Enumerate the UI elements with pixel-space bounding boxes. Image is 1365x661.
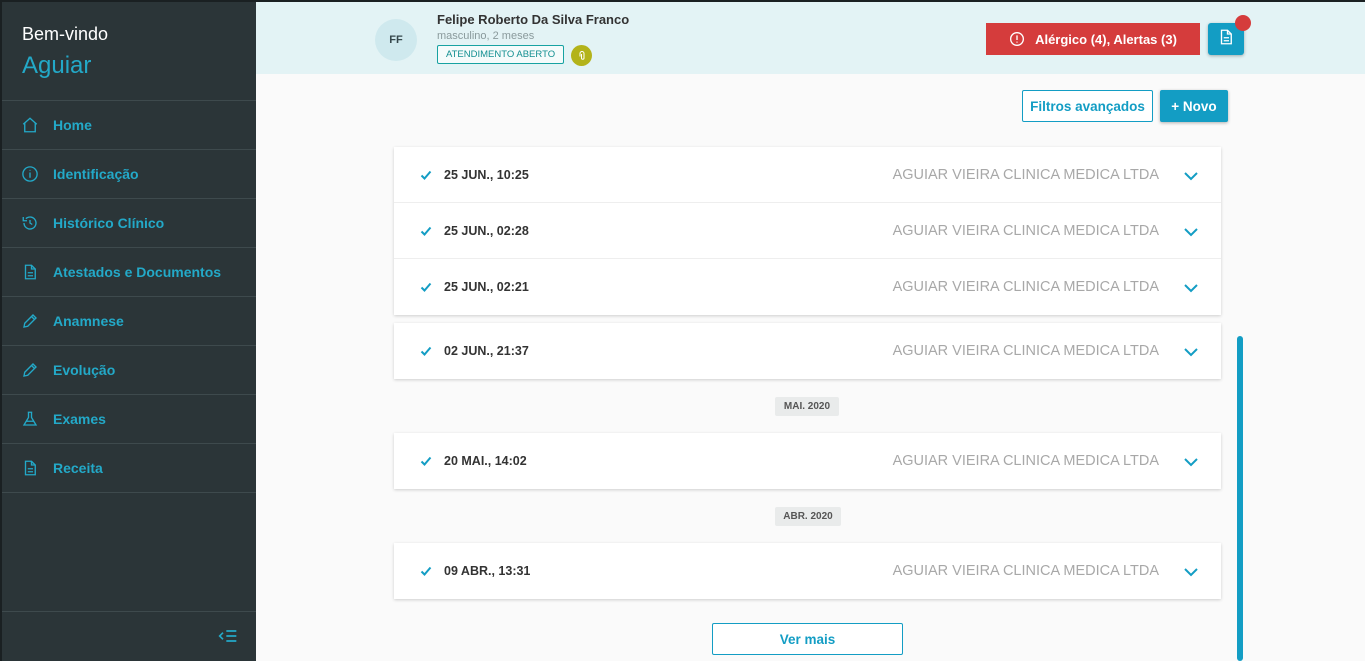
sidebar-item-label: Atestados e Documentos <box>53 264 222 280</box>
entry-organization: AGUIAR VIEIRA CLINICA MEDICA LTDA <box>892 343 1159 359</box>
patient-header: FF Felipe Roberto Da Silva Franco mascul… <box>256 0 1365 74</box>
sidebar-item-label: Home <box>53 117 92 133</box>
sidebar-item-receita[interactable]: Receita <box>2 444 256 493</box>
entry-organization: AGUIAR VIEIRA CLINICA MEDICA LTDA <box>892 563 1159 579</box>
check-icon <box>420 168 432 180</box>
entry-date: 20 MAI., 14:02 <box>444 454 527 468</box>
entry-organization: AGUIAR VIEIRA CLINICA MEDICA LTDA <box>892 166 1159 183</box>
sidebar-item-historico-clinico[interactable]: Histórico Clínico <box>2 199 256 248</box>
check-icon <box>420 344 432 356</box>
sidebar-item-label: Receita <box>53 460 103 476</box>
chevron-down-icon[interactable] <box>1183 455 1199 467</box>
new-button[interactable]: + Novo <box>1160 90 1228 122</box>
paperclip-icon[interactable] <box>571 45 592 66</box>
chevron-down-icon[interactable] <box>1183 225 1199 237</box>
welcome-text: Bem-vindo <box>22 24 109 44</box>
check-icon <box>420 224 432 236</box>
timeline-row[interactable]: 25 JUN., 02:21 AGUIAR VIEIRA CLINICA MED… <box>394 259 1221 315</box>
sidebar-nav: Home Identificação Histórico Clínico Ate… <box>2 100 256 493</box>
entry-date: 25 JUN., 10:25 <box>444 167 529 182</box>
document-icon <box>20 262 40 282</box>
month-divider: ABR. 2020 <box>775 507 841 526</box>
see-more-button[interactable]: Ver mais <box>712 623 903 655</box>
sidebar-item-atestados-documentos[interactable]: Atestados e Documentos <box>2 248 256 297</box>
flask-icon <box>20 409 40 429</box>
document-icon <box>20 458 40 478</box>
alert-label: Alérgico (4), Alertas (3) <box>1035 31 1177 47</box>
timeline-row[interactable]: 02 JUN., 21:37 AGUIAR VIEIRA CLINICA MED… <box>394 323 1221 379</box>
sidebar-item-evolucao[interactable]: Evolução <box>2 346 256 395</box>
status-badge: ATENDIMENTO ABERTO <box>437 45 565 64</box>
notification-dot <box>1235 15 1251 31</box>
chevron-down-icon[interactable] <box>1183 281 1199 293</box>
check-icon <box>420 454 432 466</box>
timeline-row[interactable]: 09 ABR., 13:31 AGUIAR VIEIRA CLINICA MED… <box>394 543 1221 599</box>
allergy-alerts-button[interactable]: Alérgico (4), Alertas (3) <box>986 23 1200 55</box>
patient-info: masculino, 2 meses <box>437 30 535 42</box>
timeline-row[interactable]: 20 MAI., 14:02 AGUIAR VIEIRA CLINICA MED… <box>394 433 1221 489</box>
timeline-card: 09 ABR., 13:31 AGUIAR VIEIRA CLINICA MED… <box>394 543 1221 599</box>
timeline-card: 02 JUN., 21:37 AGUIAR VIEIRA CLINICA MED… <box>394 323 1221 379</box>
entry-date: 25 JUN., 02:28 <box>444 223 529 238</box>
entry-organization: AGUIAR VIEIRA CLINICA MEDICA LTDA <box>892 279 1159 295</box>
timeline-row[interactable]: 25 JUN., 02:28 AGUIAR VIEIRA CLINICA MED… <box>394 203 1221 259</box>
sidebar-item-label: Identificação <box>53 166 139 182</box>
check-icon <box>420 564 432 576</box>
chevron-down-icon[interactable] <box>1183 565 1199 577</box>
sidebar-item-identificacao[interactable]: Identificação <box>2 150 256 199</box>
timeline-card: 20 MAI., 14:02 AGUIAR VIEIRA CLINICA MED… <box>394 433 1221 489</box>
sidebar-footer <box>2 611 256 661</box>
pencil-icon <box>20 360 40 380</box>
entry-organization: AGUIAR VIEIRA CLINICA MEDICA LTDA <box>892 453 1159 469</box>
info-icon <box>20 164 40 184</box>
advanced-filters-button[interactable]: Filtros avançados <box>1022 90 1153 122</box>
user-name: Aguiar <box>22 52 92 79</box>
entry-date: 09 ABR., 13:31 <box>444 564 531 578</box>
chevron-down-icon[interactable] <box>1183 169 1199 181</box>
timeline-card: 25 JUN., 10:25 AGUIAR VIEIRA CLINICA MED… <box>394 147 1221 315</box>
sidebar: Bem-vindo Aguiar Home Identificação Hist… <box>0 0 256 661</box>
timeline-row[interactable]: 25 JUN., 10:25 AGUIAR VIEIRA CLINICA MED… <box>394 147 1221 203</box>
history-icon <box>20 213 40 233</box>
scrollbar[interactable] <box>1237 336 1243 661</box>
collapse-sidebar-icon[interactable] <box>218 626 240 646</box>
document-icon <box>1217 27 1235 52</box>
sidebar-item-label: Anamnese <box>53 313 124 329</box>
sidebar-item-exames[interactable]: Exames <box>2 395 256 444</box>
home-icon <box>20 115 40 135</box>
check-icon <box>420 280 432 292</box>
avatar: FF <box>375 19 417 61</box>
entry-organization: AGUIAR VIEIRA CLINICA MEDICA LTDA <box>892 222 1159 239</box>
month-divider: MAI. 2020 <box>775 397 839 416</box>
pencil-icon <box>20 311 40 331</box>
entry-date: 02 JUN., 21:37 <box>444 344 529 358</box>
sidebar-item-label: Evolução <box>53 362 116 378</box>
sidebar-item-home[interactable]: Home <box>2 101 256 150</box>
sidebar-item-anamnese[interactable]: Anamnese <box>2 297 256 346</box>
sidebar-item-label: Histórico Clínico <box>53 215 165 231</box>
entry-date: 25 JUN., 02:21 <box>444 280 529 294</box>
alert-circle-icon <box>1009 31 1025 47</box>
chevron-down-icon[interactable] <box>1183 345 1199 357</box>
sidebar-item-label: Exames <box>53 411 106 427</box>
patient-name: Felipe Roberto Da Silva Franco <box>437 12 630 27</box>
